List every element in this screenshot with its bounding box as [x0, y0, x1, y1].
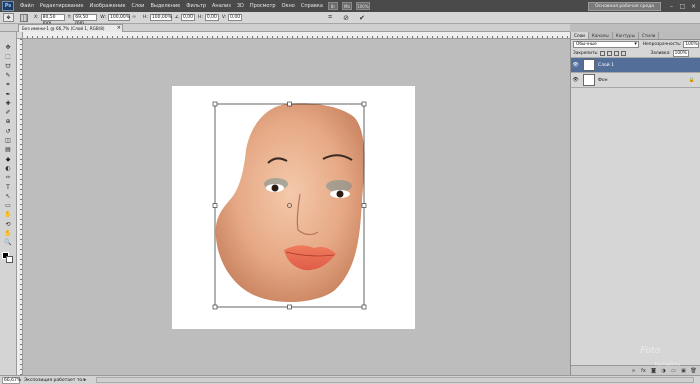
lock-all-icon[interactable]: [621, 50, 627, 56]
transform-handle[interactable]: [361, 203, 367, 208]
group-icon[interactable]: ▭: [670, 368, 677, 374]
transform-handle[interactable]: [361, 101, 367, 107]
transform-handle[interactable]: [212, 101, 218, 107]
layers-panel: Слои Каналы Контуры Стили Обычные Непроз…: [570, 32, 700, 375]
watermark-text: Fotо: [640, 346, 661, 356]
transform-handle[interactable]: [212, 203, 218, 208]
layer-thumbnail: [583, 74, 595, 86]
fill-label: Заливка:: [650, 50, 671, 56]
trash-icon[interactable]: 🗑: [690, 368, 697, 374]
scroll-thumb[interactable]: [97, 378, 693, 382]
panel-tabs: Слои Каналы Контуры Стили: [571, 32, 700, 40]
blend-row: Обычные Непрозрачность: 100%: [571, 40, 700, 49]
transform-handle[interactable]: [212, 304, 218, 310]
transform-handle[interactable]: [287, 304, 292, 310]
adjustment-icon[interactable]: ◑: [660, 368, 667, 374]
face-cutout[interactable]: [215, 103, 365, 303]
layer-name: Слой 1: [598, 62, 614, 68]
status-bar: 66,67% Экспозиция работает только в ▸: [0, 375, 700, 384]
lock-transparency-icon[interactable]: [600, 50, 606, 56]
opacity-field[interactable]: 100%: [683, 41, 699, 48]
right-pupil: [336, 190, 344, 198]
status-text[interactable]: Экспозиция работает только в: [24, 377, 84, 384]
lock-icon: 🔒: [688, 77, 695, 83]
visibility-eye-icon[interactable]: 👁: [571, 62, 580, 68]
opacity-label: Непрозрачность:: [642, 42, 682, 47]
mask-icon[interactable]: ◙: [650, 368, 657, 374]
lock-label: Закрепить:: [573, 50, 599, 56]
layers-panel-footer: ∞ fx ◙ ◑ ▭ ▣ 🗑: [571, 365, 700, 375]
layer-thumbnail: [583, 59, 595, 71]
zoom-field[interactable]: 66,67%: [2, 376, 21, 384]
transform-handle[interactable]: [361, 304, 367, 310]
layer-name: Фон: [598, 77, 608, 83]
layer-row-layer1[interactable]: 👁 Слой 1: [571, 58, 700, 73]
visibility-eye-icon[interactable]: 👁: [571, 77, 580, 83]
tab-layers[interactable]: Слои: [571, 32, 589, 39]
watermark-subtext: Konsalt.ru: [655, 362, 681, 368]
tab-styles[interactable]: Стили: [639, 32, 660, 39]
status-menu-arrow-icon[interactable]: ▸: [84, 377, 90, 383]
transform-handle[interactable]: [287, 101, 292, 107]
layer-row-background[interactable]: 👁 Фон 🔒: [571, 73, 700, 88]
link-icon[interactable]: ∞: [630, 368, 637, 374]
horizontal-scrollbar[interactable]: [96, 377, 694, 383]
lock-position-icon[interactable]: [614, 50, 620, 56]
blend-mode-select[interactable]: Обычные: [573, 41, 639, 48]
lock-row: Закрепить: Заливка: 100%: [571, 49, 700, 58]
tab-channels[interactable]: Каналы: [589, 32, 613, 39]
fill-field[interactable]: 100%: [672, 49, 689, 57]
left-pupil: [271, 184, 279, 192]
new-layer-icon[interactable]: ▣: [680, 368, 687, 374]
tab-paths[interactable]: Контуры: [613, 32, 639, 39]
face-shape: [215, 103, 365, 303]
fx-icon[interactable]: fx: [640, 368, 647, 374]
lock-pixels-icon[interactable]: [607, 50, 613, 56]
